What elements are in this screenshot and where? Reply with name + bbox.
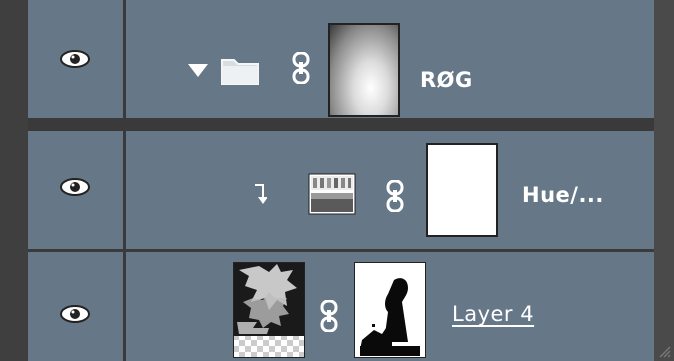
folder-icon xyxy=(221,59,259,85)
radial-gradient-mask-thumbnail[interactable] xyxy=(328,23,400,117)
clipping-arrow-icon xyxy=(255,184,267,204)
visibility-cell[interactable] xyxy=(28,0,126,118)
visibility-cell[interactable] xyxy=(28,252,126,361)
panel-right-edge xyxy=(654,0,674,361)
silhouette-mask-thumbnail[interactable] xyxy=(354,262,426,358)
layer-name-rog[interactable]: RØG xyxy=(420,68,473,92)
eye-icon[interactable] xyxy=(60,305,90,323)
eye-icon[interactable] xyxy=(60,178,90,196)
panel-left-edge xyxy=(0,0,28,361)
layer-name-layer-4[interactable]: Layer 4 xyxy=(452,302,534,326)
layer-row-layer-4[interactable]: Layer 4 xyxy=(28,252,654,361)
chain-link-icon[interactable] xyxy=(290,52,312,84)
chain-link-icon[interactable] xyxy=(318,300,340,332)
white-mask-thumbnail[interactable] xyxy=(426,143,498,237)
layer-name-hue[interactable]: Hue/... xyxy=(522,183,604,207)
layers-panel: RØG Hue/... Layer 4 xyxy=(0,0,674,361)
hue-saturation-adjustment-icon xyxy=(308,173,356,215)
visibility-cell[interactable] xyxy=(28,131,126,249)
triangle-down-icon[interactable] xyxy=(188,64,208,78)
smoke-texture-thumbnail[interactable] xyxy=(233,262,305,358)
layer-row-adjustment[interactable]: Hue/... xyxy=(28,131,654,249)
layers-list: RØG Hue/... Layer 4 xyxy=(28,0,654,361)
eye-icon[interactable] xyxy=(60,50,90,68)
chain-link-icon[interactable] xyxy=(384,180,406,212)
layer-row-group[interactable]: RØG xyxy=(28,0,654,118)
resize-grip-icon[interactable] xyxy=(656,343,672,359)
